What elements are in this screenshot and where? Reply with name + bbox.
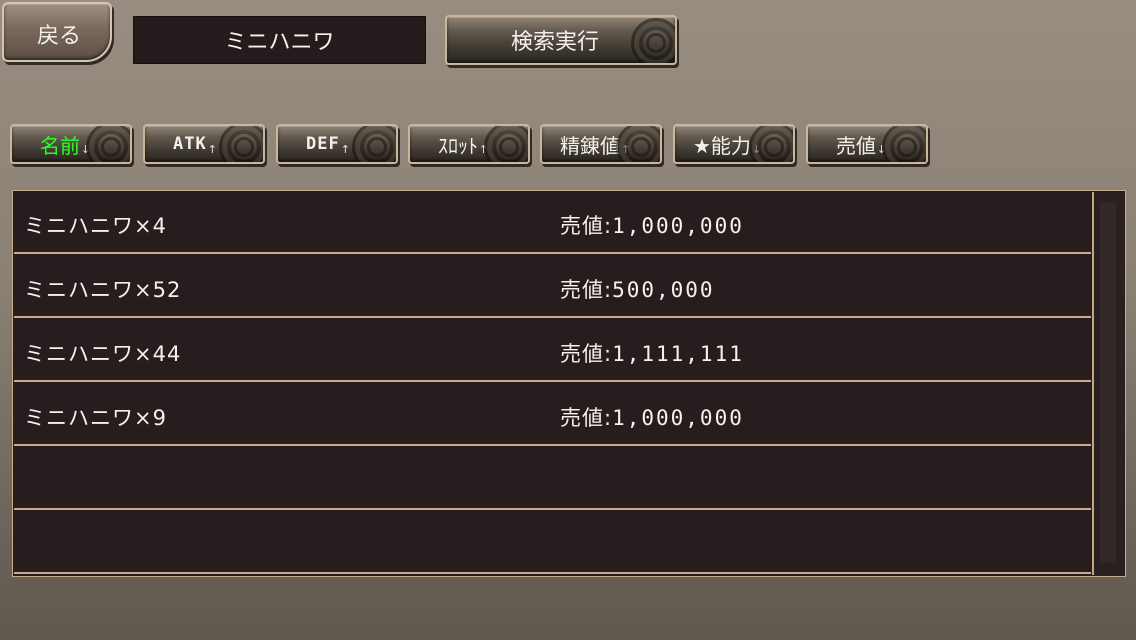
- price-prefix: 売値:: [560, 406, 613, 430]
- list-scrollbar[interactable]: [1092, 192, 1124, 575]
- sort-atk-label: ATK: [173, 134, 207, 154]
- item-name: ミニハニワ×44: [24, 342, 182, 366]
- swirl-ornament-icon: [352, 126, 396, 162]
- sort-def-button[interactable]: DEF ↑: [276, 124, 398, 164]
- item-name: ミニハニワ×52: [24, 278, 182, 302]
- sort-direction-icon: ↓: [81, 142, 91, 156]
- search-input[interactable]: ミニハニワ: [133, 16, 426, 64]
- list-item[interactable]: ミニハニワ×4 売値:1,000,000: [14, 192, 1091, 254]
- search-input-value: ミニハニワ: [224, 30, 335, 55]
- item-price: 売値:1,000,000: [560, 210, 744, 240]
- list-item[interactable]: ミニハニワ×52 売値:500,000: [14, 256, 1091, 318]
- list-item[interactable]: ミニハニワ×9 売値:1,000,000: [14, 384, 1091, 446]
- sort-direction-icon: ↑: [479, 142, 489, 156]
- item-name: ミニハニワ×9: [24, 406, 167, 430]
- scrollbar-track[interactable]: [1100, 202, 1116, 562]
- price-value: 1,000,000: [612, 406, 744, 430]
- sort-refine-label: 精錬値: [560, 133, 620, 158]
- list-item-empty: [14, 448, 1091, 510]
- sort-name-button[interactable]: 名前 ↓: [10, 124, 132, 164]
- price-prefix: 売値:: [560, 342, 613, 366]
- price-value: 1,000,000: [612, 214, 744, 238]
- sort-slot-label: ｽﾛｯﾄ: [438, 133, 478, 158]
- sort-direction-icon: ↓: [751, 142, 762, 156]
- item-name: ミニハニワ×4: [24, 214, 167, 238]
- item-price: 売値:500,000: [560, 274, 715, 304]
- price-value: 500,000: [612, 278, 715, 302]
- back-button-label: 戻る: [37, 24, 82, 49]
- sort-def-label: DEF: [306, 134, 340, 154]
- search-execute-label: 検索実行: [511, 30, 600, 55]
- list-item-empty: [14, 512, 1091, 574]
- sort-refine-button[interactable]: 精錬値 ↑: [540, 124, 662, 164]
- swirl-ornament-icon: [631, 18, 675, 63]
- sort-direction-icon: ↑: [207, 142, 217, 156]
- sort-slot-button[interactable]: ｽﾛｯﾄ ↑: [408, 124, 530, 164]
- sort-price-button[interactable]: 売値 ↓: [806, 124, 928, 164]
- price-value: 1,111,111: [612, 342, 744, 366]
- sort-atk-button[interactable]: ATK ↑: [143, 124, 265, 164]
- price-prefix: 売値:: [560, 278, 613, 302]
- sort-direction-icon: ↓: [877, 142, 887, 156]
- item-price: 売値:1,000,000: [560, 402, 744, 432]
- item-price: 売値:1,111,111: [560, 338, 744, 368]
- search-execute-button[interactable]: 検索実行: [445, 15, 677, 65]
- price-prefix: 売値:: [560, 214, 613, 238]
- list-item[interactable]: ミニハニワ×44 売値:1,111,111: [14, 320, 1091, 382]
- sort-direction-icon: ↑: [340, 142, 350, 156]
- sort-direction-icon: ↑: [621, 142, 631, 156]
- sort-ability-button[interactable]: ★能力 ↓: [673, 124, 795, 164]
- sort-name-label: 名前: [40, 133, 80, 158]
- sort-ability-label: ★能力: [693, 133, 751, 158]
- swirl-ornament-icon: [86, 126, 130, 162]
- swirl-ornament-icon: [219, 126, 263, 162]
- sort-price-label: 売値: [836, 133, 876, 158]
- swirl-ornament-icon: [882, 126, 926, 162]
- back-button[interactable]: 戻る: [2, 2, 112, 62]
- swirl-ornament-icon: [484, 126, 528, 162]
